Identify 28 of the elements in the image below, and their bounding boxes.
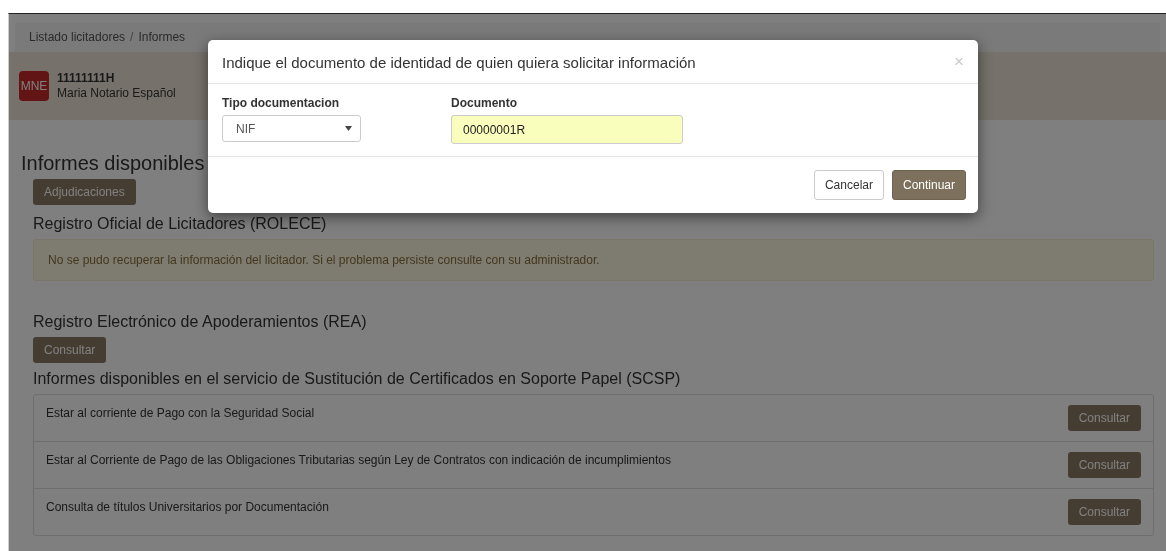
user-avatar: MNE bbox=[19, 71, 49, 101]
continue-button[interactable]: Continuar bbox=[891, 170, 966, 200]
section-title: Informes disponibles en el servicio de Sustitución de Certificados en Soporte Papel (SCSP) bbox=[33, 370, 682, 388]
report-label: Estar al corriente de Pago con la Seguridad Social bbox=[46, 405, 315, 420]
close-button[interactable]: × bbox=[954, 54, 964, 71]
consultar-button[interactable]: Consultar bbox=[1067, 405, 1141, 431]
breadcrumb-separator: / bbox=[130, 30, 134, 45]
breadcrumb-link[interactable]: Listado licitadores bbox=[29, 30, 126, 45]
warning-alert: No se pudo recuperar la información del licitador. Si el problema persiste consulte con su administrador. bbox=[33, 239, 1154, 281]
cancel-button[interactable]: Cancelar bbox=[813, 170, 884, 200]
consultar-button[interactable]: Consultar bbox=[1067, 452, 1141, 478]
caret-icon bbox=[345, 126, 352, 131]
consultar-button[interactable]: Consultar bbox=[33, 337, 107, 363]
modal-title: Indique el documento de identidad de quien quiera solicitar información bbox=[222, 54, 696, 71]
report-label: Estar al Corriente de Pago de las Obligaciones Tributarias según Ley de Contratos con indicación de incumplimientos bbox=[46, 452, 671, 467]
consultar-button[interactable]: Consultar bbox=[1067, 499, 1141, 525]
section-title: Registro Electrónico de Apoderamientos (REA) bbox=[33, 313, 368, 331]
document-type-select[interactable]: NIF bbox=[222, 115, 361, 142]
document-input[interactable]: 00000001R bbox=[451, 115, 683, 144]
breadcrumb-link[interactable]: Informes bbox=[138, 30, 186, 45]
section-title: Registro Oficial de Licitadores (ROLECE) bbox=[33, 215, 328, 233]
report-label: Consulta de títulos Universitarios por Documentación bbox=[46, 499, 329, 514]
field-label: Documento bbox=[451, 96, 518, 110]
adjudicaciones-button[interactable]: Adjudicaciones bbox=[33, 179, 136, 205]
user-id: 11111111H bbox=[57, 71, 116, 86]
field-label: Tipo documentacion bbox=[222, 96, 341, 110]
page-title: Informes disponibles bbox=[21, 152, 206, 175]
user-name: Maria Notario Español bbox=[57, 86, 176, 101]
